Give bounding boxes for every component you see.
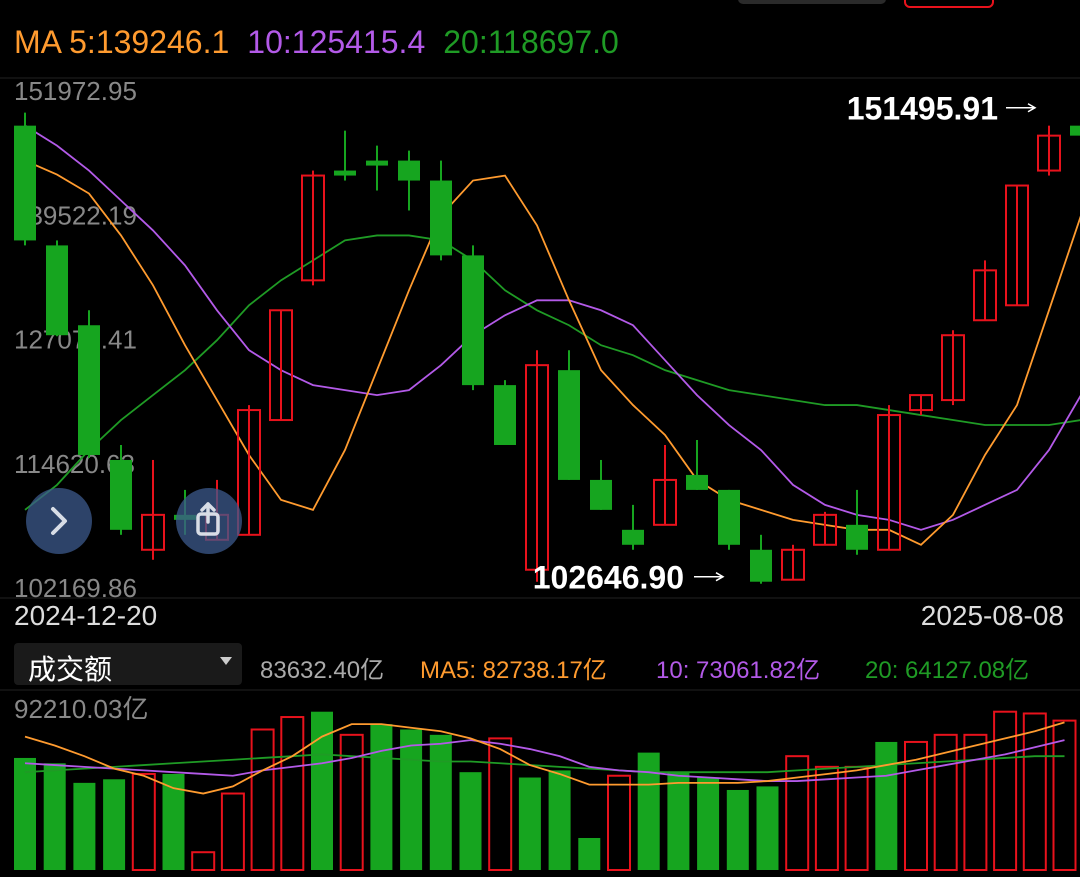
volume-bar (311, 711, 333, 870)
volume-bar (814, 765, 839, 871)
candle-body (846, 524, 868, 550)
candle-body (334, 170, 356, 176)
candle-body (78, 325, 100, 455)
ma10-line (24, 124, 1080, 531)
candle-body (14, 125, 36, 241)
volume-bar (73, 782, 96, 870)
candle-body (1070, 125, 1080, 136)
volume-bar (459, 772, 482, 870)
candle-body (366, 160, 388, 166)
share-icon (196, 502, 220, 536)
volume-bar (14, 757, 36, 870)
candle-body (494, 385, 516, 445)
ma20-line (24, 234, 1080, 511)
volume-bar (697, 777, 720, 870)
volume-bar (280, 716, 305, 872)
candle-body (398, 160, 420, 181)
high-price-label: 151495.91 (847, 91, 998, 127)
candle-body (46, 245, 68, 336)
volume-bar (400, 729, 423, 870)
volume-bar (756, 786, 779, 870)
volume-bar (875, 741, 898, 870)
volume-bar (1052, 719, 1077, 871)
chevron-right-icon (51, 507, 67, 535)
volume-ma20: 20: 64127.08亿 (865, 657, 1030, 684)
volume-bar (370, 724, 393, 870)
volume-bar (844, 765, 869, 871)
volume-bar (103, 779, 126, 870)
candle-body (622, 529, 644, 545)
volume-ma5: MA5: 82738.17亿 (420, 657, 607, 684)
share-button[interactable] (176, 488, 242, 554)
candle-body (718, 489, 740, 545)
volume-bar (43, 763, 66, 870)
volume-bar (667, 772, 690, 870)
volume-bar (518, 777, 541, 870)
volume-current: 83632.40亿 (260, 657, 385, 684)
candle-body (750, 549, 772, 582)
volume-bar (726, 789, 749, 870)
volume-bar (548, 770, 571, 870)
candlestick-chart[interactable]: 151972.95139522.19127071.41114620.631021… (0, 0, 1080, 877)
volume-bar (578, 837, 601, 870)
y-tick-label: 127071.41 (14, 325, 137, 355)
volume-bar (488, 737, 513, 871)
volume-axis-label: 92210.03亿 (14, 694, 148, 724)
volume-bar (785, 755, 810, 872)
volume-bar (1022, 712, 1047, 871)
candle-body (686, 474, 708, 490)
start-date: 2024-12-20 (14, 600, 158, 631)
volume-indicator-label: 成交额 (28, 654, 113, 685)
candle-body (430, 180, 452, 256)
candle-body (558, 370, 580, 480)
volume-indicator-select[interactable]: 成交额 (14, 643, 242, 685)
volume-bar (607, 774, 631, 871)
candle-body (462, 255, 484, 386)
volume-bar (220, 792, 245, 871)
volume-bar (429, 734, 452, 870)
candle-body (110, 459, 132, 530)
end-date: 2025-08-08 (920, 600, 1064, 631)
chevron-down-icon (220, 657, 232, 665)
volume-bar (250, 728, 275, 872)
expand-button[interactable] (26, 488, 92, 554)
y-tick-label: 102169.86 (14, 573, 137, 603)
volume-bar (131, 772, 156, 871)
candle-body (590, 479, 612, 510)
volume-ma10: 10: 73061.82亿 (656, 657, 821, 684)
low-price-label: 102646.90 (533, 560, 684, 596)
volume-bar (637, 752, 660, 870)
volume-bar (993, 710, 1018, 871)
volume-bar (191, 851, 216, 872)
volume-bar (963, 733, 988, 871)
y-tick-label: 151972.95 (14, 76, 137, 106)
